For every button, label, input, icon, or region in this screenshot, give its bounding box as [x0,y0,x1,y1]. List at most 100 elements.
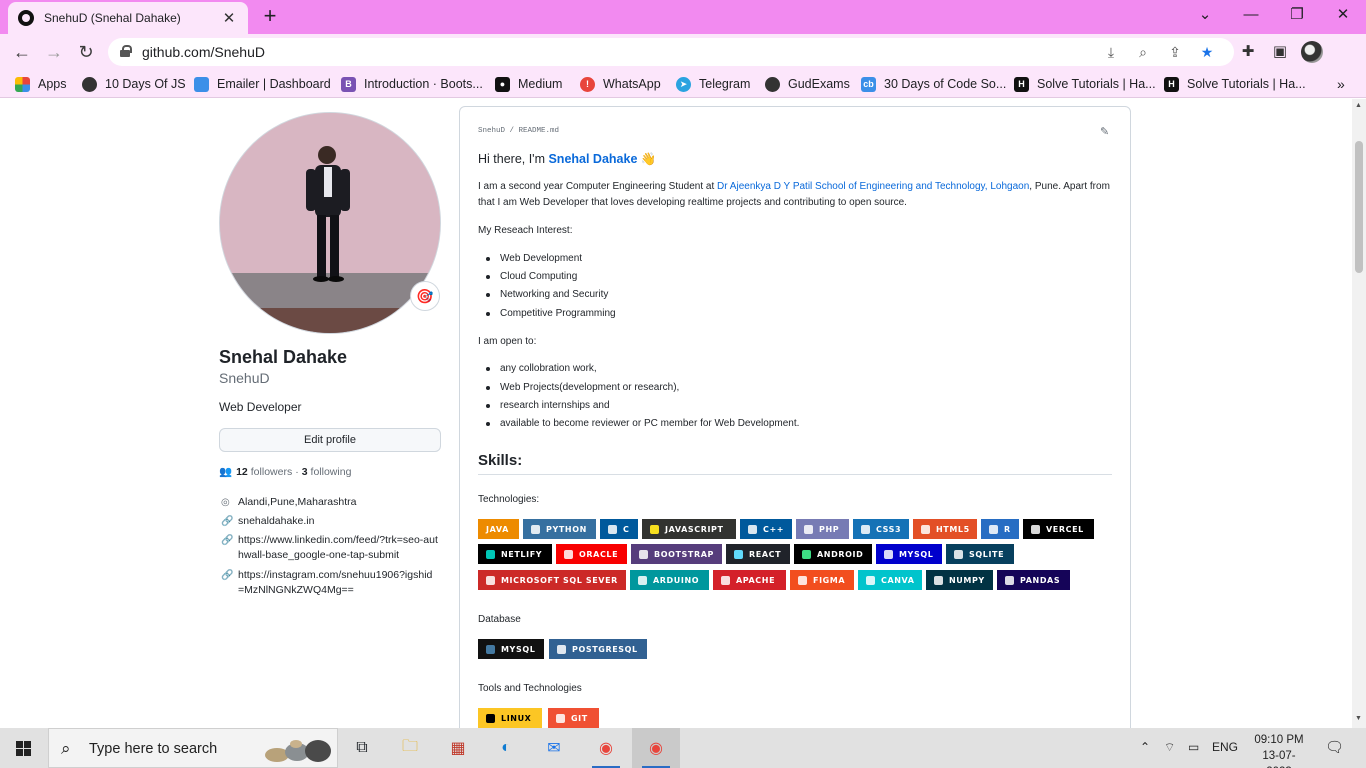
network-icon[interactable]: ⌔ [1164,740,1175,755]
bookmark-item[interactable]: H Solve Tutorials | Ha... [1014,76,1156,92]
badge-linux[interactable]: LINUX [478,708,542,728]
edge-browser-icon[interactable]: ◐ [482,728,530,768]
badge-cpp[interactable]: C++ [740,519,792,539]
page-scrollbar[interactable]: ▲ ▼ [1352,99,1366,728]
followers-count[interactable]: 12 [236,466,248,478]
badge-netlify[interactable]: NETLIFY [478,544,552,564]
back-button[interactable]: ← [9,39,35,65]
chrome-profile-avatar[interactable] [1301,41,1323,63]
badge-mssql[interactable]: MICROSOFT SQL SEVER [478,570,626,590]
list-item: Web Projects(development or research), [486,382,679,393]
readme-path[interactable]: SnehuD / README.md [478,127,559,135]
scroll-thumb[interactable] [1355,141,1363,273]
profile-avatar[interactable] [219,112,441,334]
side-panel-icon[interactable]: ▣ [1270,42,1290,62]
bookmark-item[interactable]: GudExams [765,76,850,92]
badge-arduino[interactable]: ARDUINO [630,570,709,590]
bookmark-item[interactable]: B Introduction · Boots... [341,76,483,92]
windows-start-icon[interactable] [16,741,32,756]
edit-pencil-icon[interactable]: ✎ [1100,125,1109,138]
minimize-button[interactable]: — [1228,0,1274,30]
badge-react[interactable]: REACT [726,544,790,564]
microsoft-store-icon[interactable]: ▦ [434,728,482,768]
badge-db-mysql[interactable]: MYSQL [478,639,544,659]
medium-icon: ● [495,76,510,92]
following-link[interactable]: following [311,466,352,478]
badge-r[interactable]: R [981,519,1019,539]
bookmark-item[interactable]: ! WhatsApp [580,76,661,92]
bookmark-item[interactable]: 10 Days Of JS [82,76,186,92]
badge-apache[interactable]: APACHE [713,570,786,590]
badge-oracle[interactable]: ORACLE [556,544,627,564]
more-bookmarks-chevron-icon[interactable]: » [1337,76,1345,92]
chrome-profile-taskbar-icon[interactable]: ◉ [632,728,680,768]
link-icon: 🔗 [221,535,234,546]
badge-android[interactable]: ANDROID [794,544,872,564]
badge-java[interactable]: JAVA [478,519,519,539]
lock-icon[interactable] [120,45,132,57]
bookmark-item[interactable]: H Solve Tutorials | Ha... [1164,76,1306,92]
badge-bootstrap[interactable]: BOOTSTRAP [631,544,722,564]
badge-python[interactable]: PYTHON [523,519,596,539]
bookmark-item[interactable]: ● Medium [495,76,562,92]
tab-search-button[interactable]: ⌄ [1182,0,1228,30]
status-target-icon[interactable]: 🎯 [410,281,440,311]
show-hidden-icons-chevron-icon[interactable]: ⌃ [1140,740,1150,754]
badge-git[interactable]: GIT [548,708,599,728]
apps-grid-icon [15,76,30,92]
badge-figma[interactable]: FIGMA [790,570,854,590]
globe-icon [765,76,780,92]
badge-db-postgresql[interactable]: POSTGRESQL [549,639,647,659]
list-item: available to become reviewer or PC membe… [486,418,799,429]
close-window-button[interactable]: ✕ [1320,0,1366,30]
scroll-up-arrow-icon[interactable]: ▲ [1355,102,1362,109]
badge-css3[interactable]: CSS3 [853,519,909,539]
bookmark-item[interactable]: ➤ Telegram [676,76,750,92]
browser-tab[interactable]: SnehuD (Snehal Dahake) ✕ [8,2,248,34]
share-icon[interactable]: ⇪ [1166,43,1184,61]
notification-center-icon[interactable]: 🗨 [1325,738,1344,756]
extensions-puzzle-icon[interactable]: ✚ [1238,42,1258,62]
battery-icon[interactable]: ▭ [1188,740,1199,754]
profile-website[interactable]: 🔗 snehaldahake.in [221,514,314,529]
edit-profile-button[interactable]: Edit profile [219,428,441,452]
badge-php[interactable]: PHP [796,519,849,539]
search-placeholder[interactable]: Type here to search [89,741,217,757]
badge-mysql[interactable]: MYSQL [876,544,942,564]
mail-icon[interactable]: ✉ [530,728,578,768]
bookmark-apps[interactable]: Apps [15,76,67,92]
new-tab-button[interactable]: + [258,4,282,28]
profile-instagram[interactable]: 🔗 https://instagram.com/snehuu1906?igshi… [221,568,441,598]
language-indicator[interactable]: ENG [1212,740,1238,754]
badge-c[interactable]: C [600,519,638,539]
taskbar-search-box[interactable]: ⌕ Type here to search [48,728,338,768]
zoom-icon[interactable]: ⌕ [1134,43,1152,61]
greeting-name-link[interactable]: Snehal Dahake [548,152,637,166]
followers-link[interactable]: followers [251,466,292,478]
bookmark-item[interactable]: cb 30 Days of Code So... [861,76,1006,92]
chrome-taskbar-icon[interactable]: ◉ [582,728,630,768]
badge-pandas[interactable]: PANDAS [997,570,1070,590]
forward-button[interactable]: → [41,39,67,65]
close-tab-icon[interactable]: ✕ [220,9,238,27]
task-view-icon[interactable]: ⧉ [338,728,386,768]
url-text[interactable]: github.com/SnehuD [142,44,265,60]
scroll-down-arrow-icon[interactable]: ▼ [1355,715,1362,722]
badge-canva[interactable]: CANVA [858,570,922,590]
bookmark-item[interactable]: Emailer | Dashboard [194,76,331,92]
address-bar[interactable]: github.com/SnehuD ⤓ ⌕ ⇪ ★ [108,38,1234,66]
badge-javascript[interactable]: JAVASCRIPT [642,519,736,539]
badge-vercel[interactable]: VERCEL [1023,519,1094,539]
reload-button[interactable]: ↻ [73,39,99,65]
badge-numpy[interactable]: NUMPY [926,570,993,590]
profile-linkedin[interactable]: 🔗 https://www.linkedin.com/feed/?trk=seo… [221,533,441,563]
following-count[interactable]: 3 [302,466,308,478]
badge-sqlite[interactable]: SQLITE [946,544,1014,564]
bookmark-star-icon[interactable]: ★ [1198,43,1216,61]
file-explorer-icon[interactable]: 🗀 [386,728,434,768]
badge-html5[interactable]: HTML5 [913,519,977,539]
install-app-icon[interactable]: ⤓ [1102,43,1120,61]
restore-button[interactable]: ❐ [1274,0,1320,30]
taskbar-clock[interactable]: 09:10 PM 13-07-2023 [1250,732,1308,768]
college-link[interactable]: Dr Ajeenkya D Y Patil School of Engineer… [717,181,1029,192]
